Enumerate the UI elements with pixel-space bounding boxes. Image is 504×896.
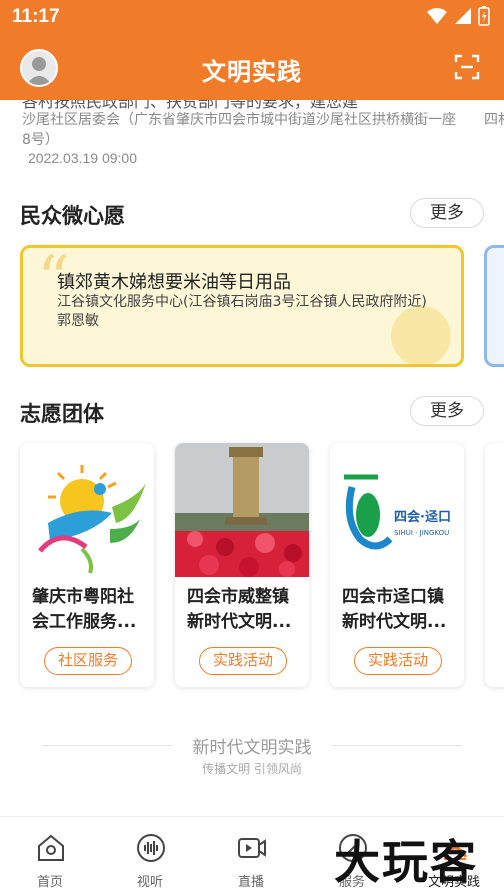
audio-icon bbox=[137, 834, 165, 862]
tab-audio[interactable]: 视听 bbox=[100, 817, 200, 896]
team-card-peek[interactable] bbox=[485, 443, 504, 687]
team-tag[interactable]: 实践活动 bbox=[354, 647, 442, 675]
page-title: 文明实践 bbox=[202, 58, 302, 86]
wishes-section-title: 民众微心愿 bbox=[20, 204, 125, 228]
wish-card[interactable]: “ 镇郊黄木娣想要米油等日用品 江谷镇文化服务中心(江谷镇石岗庙3号江谷镇人民政… bbox=[20, 245, 464, 367]
logo-subtext: SIHUI · JINGKOU bbox=[394, 529, 449, 537]
activity-address: 沙尾社区居委会（广东省肇庆市四会市城中街道沙尾社区拱桥横街一座8号） bbox=[22, 112, 456, 148]
wish-title: 镇郊黄木娣想要米油等日用品 bbox=[57, 272, 291, 293]
team-photo bbox=[175, 443, 309, 577]
team-name: 四会市迳口镇新时代文明... bbox=[342, 587, 447, 632]
tab-home[interactable]: 首页 bbox=[0, 817, 100, 896]
team-logo: 四会·迳口 SIHUI · JINGKOU bbox=[330, 443, 464, 577]
status-bar: 11:17 bbox=[0, 0, 504, 34]
wishes-more-button[interactable]: 更多 bbox=[410, 198, 484, 228]
activity-card-partial[interactable]: 各村按照民政部门、扶贫部门等的要求，建您建 沙尾社区居委会（广东省肇庆市四会市城… bbox=[12, 100, 464, 168]
home-icon bbox=[38, 834, 64, 861]
team-tag[interactable]: 社区服务 bbox=[44, 647, 132, 675]
status-icons bbox=[426, 6, 490, 26]
tab-label: 直播 bbox=[237, 875, 264, 890]
team-card[interactable]: 四会市威整镇新时代文明... 实践活动 bbox=[175, 443, 309, 687]
watermark: 大玩客 bbox=[334, 835, 478, 889]
team-name: 四会市威整镇新时代文明... bbox=[187, 587, 292, 632]
wish-address: 江谷镇文化服务中心(江谷镇石岗庙3号江谷镇人民政府附近) 郭恩敏 bbox=[57, 294, 427, 329]
monument-photo-icon bbox=[175, 443, 309, 577]
wish-card-peek[interactable] bbox=[484, 245, 504, 367]
footer-subtitle: 传播文明 引领风尚 bbox=[202, 762, 302, 776]
logo-text: 四会·迳口 bbox=[394, 509, 451, 525]
team-tag[interactable]: 实践活动 bbox=[199, 647, 287, 675]
activity-card-peek[interactable]: 四村 bbox=[484, 110, 504, 130]
teams-more-button[interactable]: 更多 bbox=[410, 396, 484, 426]
live-icon bbox=[238, 838, 266, 858]
tab-live[interactable]: 直播 bbox=[201, 817, 301, 896]
battery-icon bbox=[478, 6, 490, 26]
status-time: 11:17 bbox=[12, 6, 60, 27]
signal-icon bbox=[455, 8, 471, 24]
tab-label: 视听 bbox=[136, 875, 163, 890]
team-card[interactable]: 四会·迳口 SIHUI · JINGKOU 四会市迳口镇新时代文明... 实践活… bbox=[330, 443, 464, 687]
wifi-icon bbox=[427, 8, 447, 24]
footer-title: 新时代文明实践 bbox=[192, 738, 312, 758]
content-scroll[interactable]: 各村按照民政部门、扶贫部门等的要求，建您建 沙尾社区居委会（广东省肇庆市四会市城… bbox=[0, 100, 504, 816]
activity-date: 2022.03.19 09:00 bbox=[28, 150, 137, 166]
scan-icon[interactable] bbox=[454, 54, 480, 80]
sun-figure-logo-icon bbox=[38, 465, 146, 574]
tab-label: 首页 bbox=[36, 875, 63, 890]
team-logo bbox=[20, 443, 154, 577]
team-card[interactable]: 肇庆市粤阳社会工作服务... 社区服务 bbox=[20, 443, 154, 687]
team-name: 肇庆市粤阳社会工作服务... bbox=[32, 587, 137, 632]
app-bar: 文明实践 bbox=[0, 34, 504, 100]
teams-section-title: 志愿团体 bbox=[20, 402, 104, 426]
sihui-jingkou-logo-icon: 四会·迳口 SIHUI · JINGKOU bbox=[344, 474, 451, 550]
